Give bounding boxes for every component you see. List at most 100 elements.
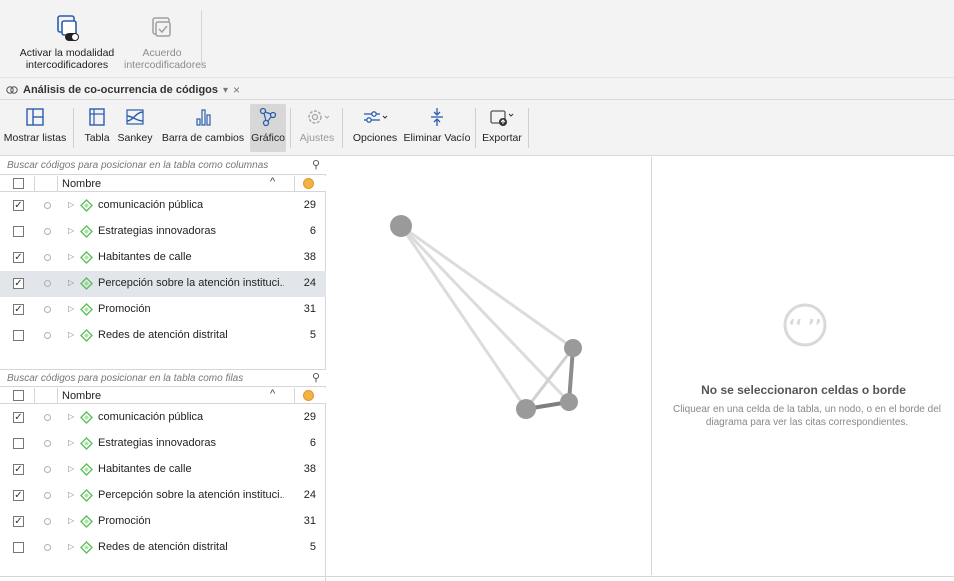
expand-icon[interactable]: ▷ [68,490,74,499]
settings-button[interactable]: Ajustes [296,104,338,152]
expand-icon[interactable]: ▷ [68,438,74,447]
graph-node[interactable] [516,399,536,419]
code-checkbox[interactable] [13,438,24,449]
expand-icon[interactable]: ▷ [68,200,74,209]
code-checkbox[interactable] [13,226,24,237]
tab-dropdown-icon[interactable]: ▾ [223,85,228,96]
name-column-header[interactable]: Nombre [62,178,101,190]
radio-indicator[interactable] [44,466,51,473]
intercoder-agreement-button[interactable]: Acuerdo intercodificadores [124,14,206,71]
code-checkbox[interactable]: ✓ [13,412,24,423]
code-icon [80,437,93,450]
code-count: 5 [309,329,316,341]
show-lists-button[interactable]: Mostrar listas [0,104,70,152]
code-icon [80,463,93,476]
expand-icon[interactable]: ▷ [68,278,74,287]
radio-indicator[interactable] [44,544,51,551]
search-icon[interactable]: ⚲ [312,371,320,384]
network-diagram[interactable] [327,157,650,575]
list-item[interactable]: ▷ Redes de atención distrital 5 [0,535,326,561]
select-all-columns-checkbox[interactable] [13,178,24,189]
list-item[interactable]: ▷ Redes de atención distrital 5 [0,323,326,349]
graph-edge[interactable] [400,224,574,350]
expand-icon[interactable]: ▷ [68,412,74,421]
list-item[interactable]: ✓ ▷ comunicación pública 29 [0,193,326,219]
code-count: 31 [303,303,316,315]
expand-icon[interactable]: ▷ [68,464,74,473]
document-tab-strip: Análisis de co-ocurrencia de códigos ▾ × [0,78,954,100]
list-item[interactable]: ✓ ▷ Percepción sobre la atención instituci… [0,483,326,509]
code-checkbox[interactable]: ✓ [13,278,24,289]
code-icon [80,329,93,342]
graph-node[interactable] [560,393,578,411]
expand-icon[interactable]: ▷ [68,542,74,551]
radio-indicator[interactable] [44,254,51,261]
list-item[interactable]: ✓ ▷ Promoción 31 [0,297,326,323]
show-lists-icon [26,108,44,126]
radio-indicator[interactable] [44,414,51,421]
expand-icon[interactable]: ▷ [68,304,74,313]
sankey-button[interactable]: Sankey [116,104,154,152]
code-checkbox[interactable] [13,542,24,553]
column-divider [57,176,58,192]
column-divider [294,388,295,404]
list-item[interactable]: ▷ Estrategias innovadoras 6 [0,219,326,245]
code-checkbox[interactable]: ✓ [13,252,24,263]
activate-intercoder-button[interactable]: Activar la modalidad intercodificadores [10,14,124,71]
code-checkbox[interactable]: ✓ [13,304,24,315]
agreement-label-1: Acuerdo [142,47,182,59]
graph-node[interactable] [564,339,582,357]
sort-ascending-icon[interactable]: ^ [270,388,275,400]
sort-ascending-icon[interactable]: ^ [270,176,275,188]
radio-indicator[interactable] [44,202,51,209]
options-label: Opciones [352,132,398,144]
list-item[interactable]: ✓ ▷ Percepción sobre la atención instituci… [0,271,326,297]
expand-icon[interactable]: ▷ [68,252,74,261]
list-item[interactable]: ▷ Estrategias innovadoras 6 [0,431,326,457]
table-button[interactable]: Tabla [80,104,114,152]
search-icon[interactable]: ⚲ [312,158,320,171]
code-checkbox[interactable]: ✓ [13,200,24,211]
radio-indicator[interactable] [44,228,51,235]
remove-empty-button[interactable]: Eliminar Vacío [403,104,471,152]
expand-icon[interactable]: ▷ [68,516,74,525]
remove-empty-label: Eliminar Vacío [403,132,471,144]
radio-indicator[interactable] [44,306,51,313]
export-button[interactable]: Exportar [480,104,524,152]
columns-search-input[interactable]: Buscar códigos para posicionar en la tab… [0,157,326,175]
columns-search-placeholder: Buscar códigos para posicionar en la tab… [7,160,269,171]
expand-icon[interactable]: ▷ [68,226,74,235]
code-checkbox[interactable]: ✓ [13,490,24,501]
analysis-toolbar: Mostrar listas Tabla Sankey Barra de cam… [0,100,954,156]
code-checkbox[interactable] [13,330,24,341]
code-checkbox[interactable]: ✓ [13,464,24,475]
radio-indicator[interactable] [44,332,51,339]
list-item[interactable]: ✓ ▷ Habitantes de calle 38 [0,245,326,271]
tab-close-icon[interactable]: × [233,83,240,97]
co-occurrence-icon [6,86,18,94]
graph-edge[interactable] [399,225,528,410]
tab-co-occurrence[interactable]: Análisis de co-ocurrencia de códigos ▾ × [0,80,246,100]
rows-search-input[interactable]: Buscar códigos para posicionar en la tab… [0,369,326,387]
name-column-header[interactable]: Nombre [62,390,101,402]
graph-button[interactable]: Gráfico [250,104,286,152]
list-item[interactable]: ✓ ▷ comunicación pública 29 [0,405,326,431]
code-checkbox[interactable]: ✓ [13,516,24,527]
code-label: Redes de atención distrital [98,329,228,341]
graph-edge[interactable] [399,224,571,404]
radio-indicator[interactable] [44,518,51,525]
radio-indicator[interactable] [44,440,51,447]
radio-indicator[interactable] [44,492,51,499]
list-item[interactable]: ✓ ▷ Promoción 31 [0,509,326,535]
expand-icon[interactable]: ▷ [68,330,74,339]
change-bar-label: Barra de cambios [161,132,245,144]
quotation-count-icon [303,390,314,401]
select-all-rows-checkbox[interactable] [13,390,24,401]
list-item[interactable]: ✓ ▷ Habitantes de calle 38 [0,457,326,483]
change-bar-button[interactable]: Barra de cambios [158,104,248,152]
radio-indicator[interactable] [44,280,51,287]
graph-node[interactable] [390,215,412,237]
code-label: Habitantes de calle [98,251,192,263]
co-occurrence-graph[interactable] [327,157,650,575]
options-button[interactable]: Opciones [349,104,401,152]
